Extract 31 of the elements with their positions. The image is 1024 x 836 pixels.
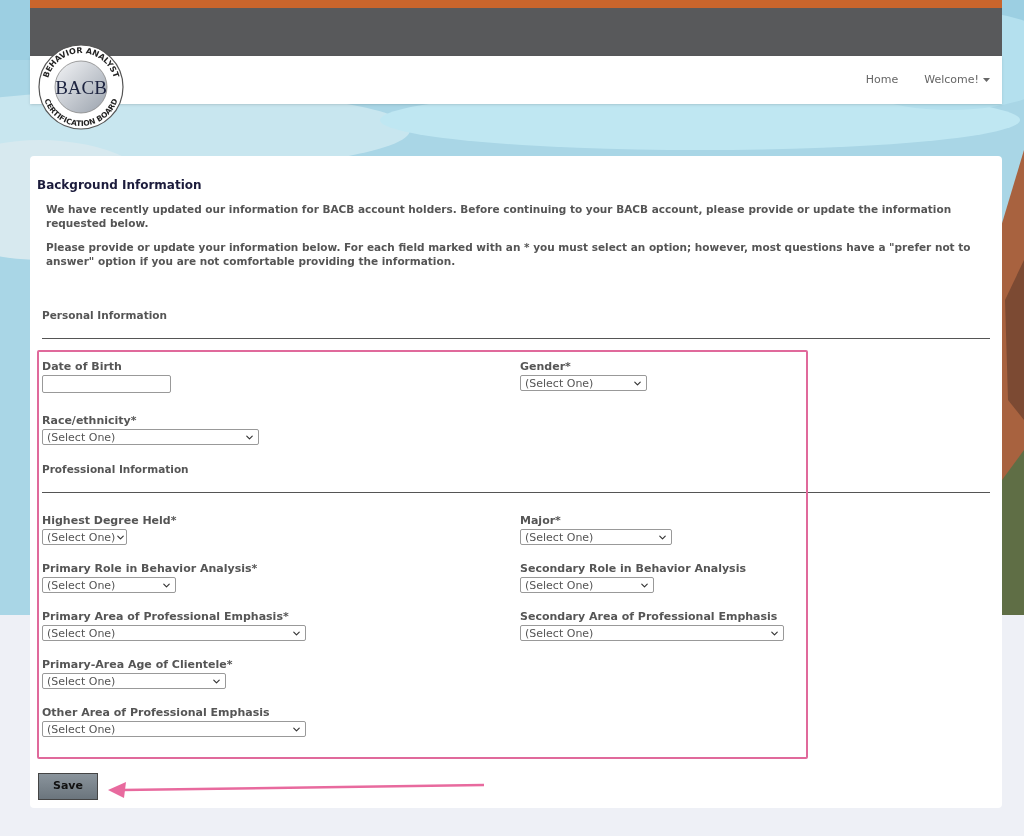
field-label: Gender*	[520, 360, 572, 374]
section-heading: Personal Information	[42, 308, 168, 322]
dropdown-field[interactable]: (Select One)	[520, 625, 784, 641]
field-label: Highest Degree Held*	[42, 514, 178, 528]
dropdown-field[interactable]: (Select One)	[520, 577, 654, 593]
info-paragraph: We have recently updated our information for BACB account holders. Before continuing to your BACB account, please provide or update the information requested below.	[46, 202, 953, 230]
date-input[interactable]	[42, 375, 171, 393]
field-label: Primary Area of Professional Emphasis*	[42, 610, 290, 624]
field-label: Other Area of Professional Emphasis	[42, 706, 271, 720]
form-title: Background Information	[37, 178, 203, 192]
dropdown-field[interactable]: (Select One)	[42, 721, 306, 737]
dropdown-field[interactable]: (Select One)	[42, 429, 259, 445]
dropdown-field[interactable]: (Select One)	[520, 529, 672, 545]
info-paragraph: Please provide or update your information below. For each field marked with an * you must select an option; however, most questions have a "prefer not to answer" option if you are not comfortable providing the information.	[46, 240, 972, 268]
nav-link[interactable]: Home	[865, 71, 899, 89]
field-label: Primary-Area Age of Clientele*	[42, 658, 234, 672]
field-label: Primary Role in Behavior Analysis*	[42, 562, 259, 576]
dropdown-field[interactable]: (Select One)	[42, 625, 306, 641]
nav-link[interactable]: Welcome!	[924, 71, 990, 89]
field-label: Secondary Area of Professional Emphasis	[520, 610, 779, 624]
save-button[interactable]: Save	[38, 773, 98, 800]
field-label: Date of Birth	[42, 360, 123, 374]
section-heading: Professional Information	[42, 462, 190, 476]
field-label: Major*	[520, 514, 562, 528]
field-label: Secondary Role in Behavior Analysis	[520, 562, 747, 576]
field-label: Race/ethnicity*	[42, 414, 138, 428]
logo-initials: BACB	[55, 77, 107, 98]
dropdown-field[interactable]: (Select One)	[520, 375, 647, 391]
dropdown-field[interactable]: (Select One)	[42, 673, 226, 689]
dropdown-field[interactable]: (Select One)	[42, 577, 176, 593]
dropdown-field[interactable]: (Select One)	[42, 529, 127, 545]
